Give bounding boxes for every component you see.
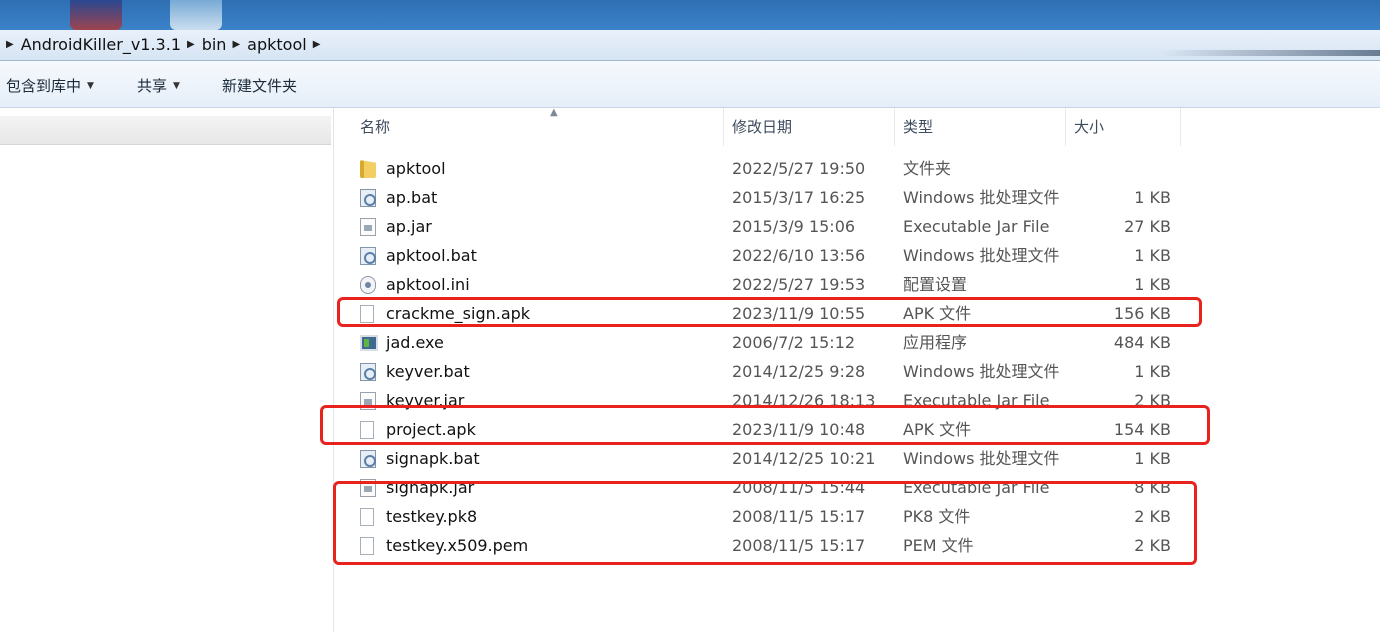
file-name: ap.bat: [386, 188, 438, 207]
file-row[interactable]: apktool.ini 2022/5/27 19:53 配置设置 1 KB: [334, 270, 1380, 299]
file-type: Executable Jar File: [903, 217, 1050, 236]
breadcrumb-item[interactable]: bin: [202, 35, 227, 54]
chevron-right-icon[interactable]: ▶: [187, 39, 195, 50]
file-row[interactable]: ap.bat 2015/3/17 16:25 Windows 批处理文件 1 K…: [334, 183, 1380, 212]
batch-file-icon: [360, 363, 376, 381]
file-name: jad.exe: [386, 333, 444, 352]
file-size: 484 KB: [1113, 333, 1171, 352]
file-row[interactable]: jad.exe 2006/7/2 15:12 应用程序 484 KB: [334, 328, 1380, 357]
file-row[interactable]: apktool.bat 2022/6/10 13:56 Windows 批处理文…: [334, 241, 1380, 270]
file-name: apktool.ini: [386, 275, 470, 294]
chevron-down-icon: ▼: [173, 80, 180, 91]
chevron-right-icon[interactable]: ▶: [6, 39, 14, 50]
folder-icon: [360, 160, 376, 178]
command-bar: 包含到库中 ▼ 共享 ▼ 新建文件夹: [0, 61, 1380, 108]
file-row[interactable]: ap.jar 2015/3/9 15:06 Executable Jar Fil…: [334, 212, 1380, 241]
window-title-strip: [0, 0, 1380, 30]
file-name: apktool: [386, 159, 446, 178]
file-type: Windows 批处理文件: [903, 449, 1060, 468]
file-row[interactable]: apktool 2022/5/27 19:50 文件夹: [334, 154, 1380, 183]
chevron-down-icon: ▼: [87, 80, 94, 91]
column-header-date-label: 修改日期: [732, 118, 793, 136]
breadcrumb[interactable]: ▶ AndroidKiller_v1.3.1 ▶ bin ▶ apktool ▶: [0, 32, 1340, 56]
red-highlight-box: [337, 297, 1202, 327]
share-button[interactable]: 共享 ▼: [137, 75, 180, 96]
sort-ascending-icon: ▲: [550, 107, 558, 118]
file-date: 2022/5/27 19:50: [732, 159, 866, 178]
column-headers: 名称 ▲ 修改日期 类型 大小: [334, 108, 1380, 148]
file-size: 1 KB: [1134, 449, 1171, 468]
file-name: apktool.bat: [386, 246, 477, 265]
new-folder-label: 新建文件夹: [222, 77, 298, 95]
search-box-edge: [1160, 50, 1380, 56]
chevron-right-icon[interactable]: ▶: [232, 39, 240, 50]
column-header-name-label: 名称: [360, 118, 391, 136]
file-date: 2015/3/9 15:06: [732, 217, 856, 236]
file-date: 2014/12/25 9:28: [732, 362, 866, 381]
column-header-name[interactable]: 名称 ▲: [352, 108, 724, 146]
navigation-pane-header: [0, 116, 331, 145]
file-type: Windows 批处理文件: [903, 188, 1060, 207]
file-size: 1 KB: [1134, 188, 1171, 207]
file-type: 文件夹: [903, 159, 952, 178]
exe-file-icon: [360, 335, 378, 351]
address-bar: ▶ AndroidKiller_v1.3.1 ▶ bin ▶ apktool ▶: [0, 30, 1380, 61]
include-in-library-label: 包含到库中: [6, 77, 82, 95]
red-highlight-box: [320, 405, 1210, 445]
batch-file-icon: [360, 247, 376, 265]
share-label: 共享: [137, 77, 168, 95]
taskbar-app-icon[interactable]: [170, 0, 222, 30]
breadcrumb-item[interactable]: apktool: [247, 35, 307, 54]
file-type: Windows 批处理文件: [903, 246, 1060, 265]
file-size: [1074, 154, 1171, 183]
navigation-pane[interactable]: [0, 108, 334, 632]
file-date: 2014/12/25 10:21: [732, 449, 876, 468]
batch-file-icon: [360, 450, 376, 468]
column-header-date[interactable]: 修改日期: [724, 108, 895, 146]
include-in-library-button[interactable]: 包含到库中 ▼: [6, 75, 94, 96]
settings-file-icon: [360, 276, 376, 294]
file-name: ap.jar: [386, 217, 432, 236]
file-date: 2015/3/17 16:25: [732, 188, 866, 207]
column-header-size[interactable]: 大小: [1066, 108, 1181, 146]
file-row[interactable]: keyver.bat 2014/12/25 9:28 Windows 批处理文件…: [334, 357, 1380, 386]
file-row[interactable]: signapk.bat 2014/12/25 10:21 Windows 批处理…: [334, 444, 1380, 473]
file-date: 2022/5/27 19:53: [732, 275, 866, 294]
file-type: Windows 批处理文件: [903, 362, 1060, 381]
breadcrumb-item[interactable]: AndroidKiller_v1.3.1: [21, 35, 181, 54]
jar-file-icon: [360, 218, 376, 236]
batch-file-icon: [360, 189, 376, 207]
file-size: 1 KB: [1134, 275, 1171, 294]
file-size: 27 KB: [1124, 217, 1171, 236]
file-type: 配置设置: [903, 275, 968, 294]
new-folder-button[interactable]: 新建文件夹: [222, 75, 297, 96]
file-size: 1 KB: [1134, 246, 1171, 265]
file-date: 2022/6/10 13:56: [732, 246, 866, 265]
file-name: keyver.bat: [386, 362, 470, 381]
chevron-right-icon[interactable]: ▶: [313, 39, 321, 50]
file-date: 2006/7/2 15:12: [732, 333, 856, 352]
file-type: 应用程序: [903, 333, 968, 352]
column-header-size-label: 大小: [1074, 118, 1105, 136]
file-name: signapk.bat: [386, 449, 480, 468]
column-header-type-label: 类型: [903, 118, 934, 136]
red-highlight-box: [333, 481, 1197, 565]
file-size: 1 KB: [1134, 362, 1171, 381]
taskbar-app-icon[interactable]: [70, 0, 122, 30]
column-header-type[interactable]: 类型: [895, 108, 1066, 146]
